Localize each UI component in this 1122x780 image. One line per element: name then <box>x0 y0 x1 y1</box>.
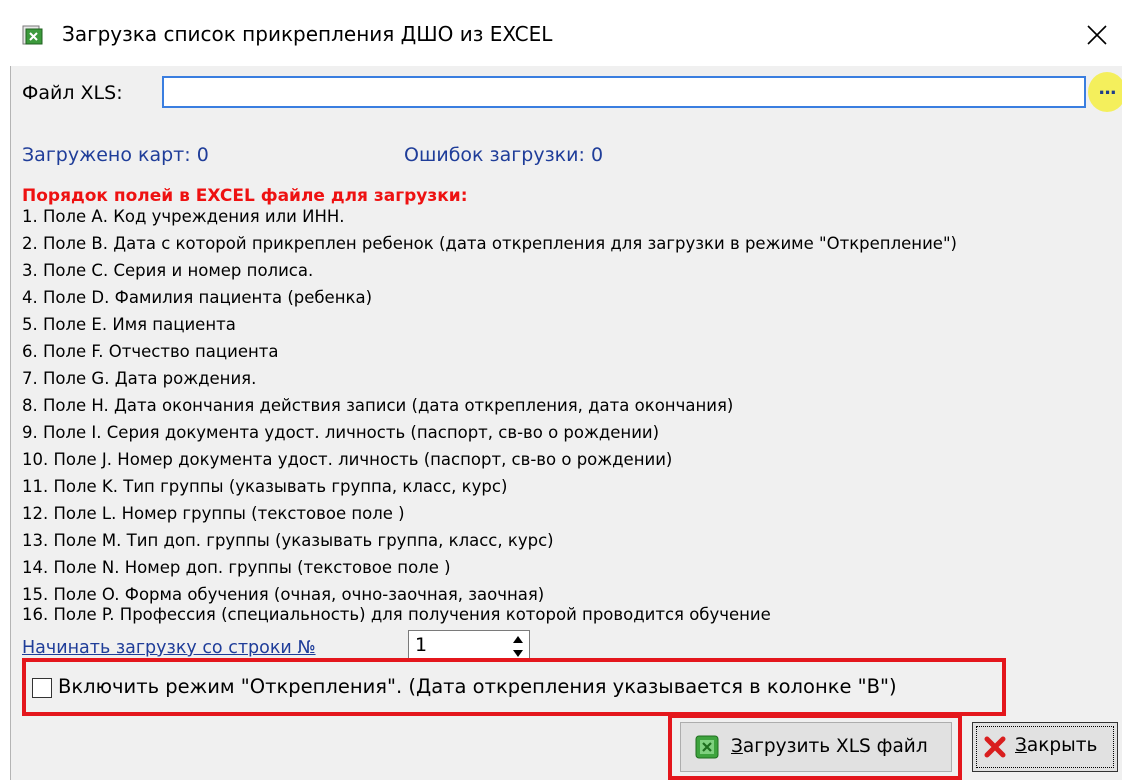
field-line: 10. Поле J. Номер документа удост. лично… <box>22 450 673 469</box>
close-icon <box>1087 25 1107 45</box>
field-line: 9. Поле I. Серия документа удост. личнос… <box>22 423 660 442</box>
field-line: 1. Поле А. Код учреждения или ИНН. <box>22 207 345 226</box>
field-line: 3. Поле C. Серия и номер полиса. <box>22 261 314 280</box>
field-line: 8. Поле H. Дата окончания действия запис… <box>22 396 734 415</box>
field-line: 13. Поле M. Тип доп. группы (указывать г… <box>22 531 554 550</box>
field-line: 16. Поле P. Профессия (специальность) дл… <box>22 605 771 624</box>
excel-icon <box>695 735 719 759</box>
close-label: Закрыть <box>1015 735 1097 756</box>
error-count: Ошибок загрузки: 0 <box>404 144 604 166</box>
field-line: 4. Поле D. Фамилия пациента (ребенка) <box>22 288 373 307</box>
file-label: Файл XLS: <box>22 82 123 104</box>
load-xls-label: Загрузить XLS файл <box>731 736 928 757</box>
start-row-label: Начинать загрузку со строки № <box>22 638 316 658</box>
browse-dots-icon: ... <box>1098 78 1117 99</box>
field-line: 11. Поле K. Тип группы (указывать группа… <box>22 477 508 496</box>
field-line: 2. Поле B. Дата с которой прикреплен реб… <box>22 234 957 253</box>
loaded-count: Загружено карт: 0 <box>22 144 209 166</box>
window-left-edge <box>0 0 11 780</box>
window-title: Загрузка список прикрепления ДШО из EXCE… <box>62 22 553 46</box>
file-path-input[interactable] <box>162 76 1086 108</box>
load-accel-key: З <box>731 736 743 757</box>
close-button[interactable]: Закрыть <box>972 722 1118 772</box>
window-close-button[interactable] <box>1072 10 1122 60</box>
detach-mode-checkbox[interactable] <box>32 678 52 698</box>
arrow-down-icon <box>513 649 523 657</box>
close-label-rest: акрыть <box>1026 735 1098 756</box>
dialog-window: Загрузка список прикрепления ДШО из EXCE… <box>0 0 1122 780</box>
stepper-up-button[interactable] <box>507 632 529 646</box>
start-row-value: 1 <box>415 634 428 656</box>
field-line: 12. Поле L. Номер группы (текстовое поле… <box>22 504 405 523</box>
field-line: 7. Поле G. Дата рождения. <box>22 369 257 388</box>
field-line: 5. Поле E. Имя пациента <box>22 315 236 334</box>
load-xls-button[interactable]: Загрузить XLS файл <box>680 722 952 772</box>
detach-mode-label[interactable]: Включить режим "Открепления". (Дата откр… <box>58 675 897 698</box>
close-accel-key: З <box>1015 735 1027 756</box>
red-x-icon <box>984 736 1006 758</box>
field-line: 14. Поле N. Номер доп. группы (текстовое… <box>22 558 451 577</box>
app-icon <box>22 25 43 45</box>
fields-order-title: Порядок полей в EXCEL файле для загрузки… <box>22 186 468 206</box>
title-bar[interactable]: Загрузка список прикрепления ДШО из EXCE… <box>0 0 1122 66</box>
load-label-rest: агрузить XLS файл <box>742 736 928 757</box>
field-line: 6. Поле F. Отчество пациента <box>22 342 279 361</box>
field-line: 15. Поле O. Форма обучения (очная, очно-… <box>22 585 545 604</box>
browse-button[interactable]: ... <box>1088 72 1122 112</box>
arrow-up-icon <box>513 635 523 643</box>
